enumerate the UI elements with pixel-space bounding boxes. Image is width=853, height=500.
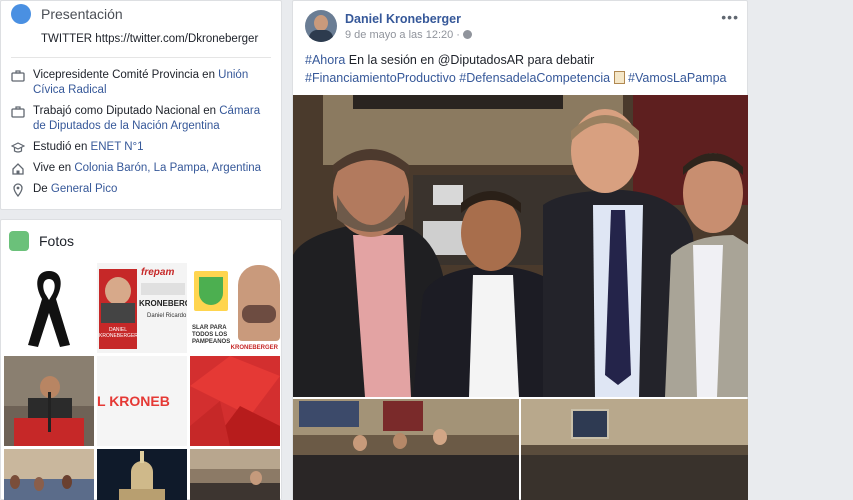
facebook-profile-page: Presentación TWITTER https://twitter.com… (0, 0, 853, 500)
post-options-icon[interactable]: ••• (721, 9, 739, 25)
info-link-enet[interactable]: ENET N°1 (91, 141, 144, 153)
banner-text: L KRONEB (97, 393, 170, 409)
left-column: Presentación TWITTER https://twitter.com… (0, 0, 282, 500)
photo-thumb-ribbon[interactable] (4, 263, 94, 353)
info-link-colonia-baron[interactable]: Colonia Barón, La Pampa, Argentina (74, 162, 261, 174)
post-thumbnails (293, 399, 749, 500)
info-text-education: Estudió en ENET N°1 (33, 141, 144, 153)
globe-icon (11, 4, 31, 24)
post-main-photo[interactable] (293, 95, 749, 397)
hashtag-financiamiento[interactable]: #FinanciamientoProductivo (305, 71, 456, 85)
info-row-lives: Vive en Colonia Barón, La Pampa, Argenti… (11, 161, 271, 176)
intro-divider (11, 57, 271, 58)
post-timestamp[interactable]: 9 de mayo a las 12:20 · (345, 29, 473, 41)
poster-daniel-ricardo: Daniel Ricardo (147, 313, 187, 319)
poster-name-small: DANIEL KRONEBERGER (99, 327, 138, 339)
author-avatar[interactable] (305, 10, 337, 42)
info-row-work-2: Trabajó como Diputado Nacional en Cámara… (11, 104, 271, 134)
post-author-name[interactable]: Daniel Kroneberger (345, 12, 472, 26)
photos-icon (9, 231, 29, 251)
info-text-work-2: Trabajó como Diputado Nacional en Cámara… (33, 105, 261, 132)
info-text-lives: Vive en Colonia Barón, La Pampa, Argenti… (33, 162, 262, 174)
info-link-general-pico[interactable]: General Pico (51, 183, 117, 195)
info-row-work-1: Vicepresidente Comité Provincia en Unión… (11, 68, 271, 98)
photo-thumb-poster[interactable]: DANIEL KRONEBERGER frepam KRONEBERGER Da… (97, 263, 187, 353)
info-text-from: De General Pico (33, 183, 118, 195)
photo-thumb-chamber[interactable] (190, 449, 280, 500)
info-row-education: Estudió en ENET N°1 (10, 140, 271, 155)
location-pin-icon (11, 183, 25, 198)
post-author-block: Daniel Kroneberger 9 de mayo a las 12:20… (345, 10, 473, 51)
photos-grid: DANIEL KRONEBERGER frepam KRONEBERGER Da… (1, 254, 281, 500)
intro-title: Presentación (41, 6, 123, 22)
hashtag-defensa[interactable]: #DefensadelaCompetencia (459, 71, 610, 85)
briefcase-icon (11, 105, 25, 119)
hashtag-ahora[interactable]: #Ahora (305, 53, 345, 67)
post-line-2: #FinanciamientoProductivo #DefensadelaCo… (305, 69, 735, 87)
home-icon (11, 162, 25, 176)
photos-title[interactable]: Fotos (39, 233, 74, 249)
intro-card: Presentación TWITTER https://twitter.com… (0, 0, 282, 210)
info-row-from: De General Pico (11, 182, 271, 198)
post-card: Daniel Kroneberger 9 de mayo a las 12:20… (292, 0, 749, 500)
document-emoji-icon (613, 71, 625, 84)
post-text: #Ahora En la sesión en @DiputadosAR para… (293, 51, 747, 87)
group-photo-illustration (293, 95, 749, 397)
graduation-cap-icon (10, 141, 26, 155)
info-text-work-1: Vicepresidente Comité Provincia en Unión… (33, 69, 249, 96)
intro-header: Presentación (11, 1, 271, 27)
photos-header: Fotos (1, 228, 281, 254)
right-sidebar-blank (748, 0, 853, 500)
photos-card: Fotos DANIEL KRONEBERGER frepam KRONEBER… (0, 219, 282, 500)
briefcase-icon (11, 69, 25, 83)
poster-frepam: frepam (141, 267, 175, 278)
post-header: Daniel Kroneberger 9 de mayo a las 12:20… (293, 1, 747, 51)
photo-thumb-speaker[interactable] (4, 356, 94, 446)
photo-thumb-red[interactable] (190, 356, 280, 446)
photo-thumb-dome[interactable] (97, 449, 187, 500)
photo-thumb-crowd[interactable] (4, 449, 94, 500)
twitter-link[interactable]: TWITTER https://twitter.com/Dkroneberger (41, 33, 271, 45)
campaign-slogan: SLAR PARA TODOS LOS PAMPEANOS (192, 325, 231, 345)
photo-thumb-banner[interactable]: L KRONEB (97, 356, 187, 446)
post-thumb-2[interactable] (521, 399, 749, 500)
photo-thumb-campaign[interactable]: SLAR PARA TODOS LOS PAMPEANOS KRONEBERGE… (190, 263, 280, 353)
post-thumb-1[interactable] (293, 399, 519, 500)
globe-icon (463, 30, 473, 39)
hashtag-vamoslapampa[interactable]: #VamosLaPampa (628, 71, 726, 85)
campaign-caption: KRONEBERGER (230, 345, 278, 351)
post-line-1: #Ahora En la sesión en @DiputadosAR para… (305, 53, 595, 67)
poster-kroneberger: KRONEBERGER (139, 299, 187, 308)
